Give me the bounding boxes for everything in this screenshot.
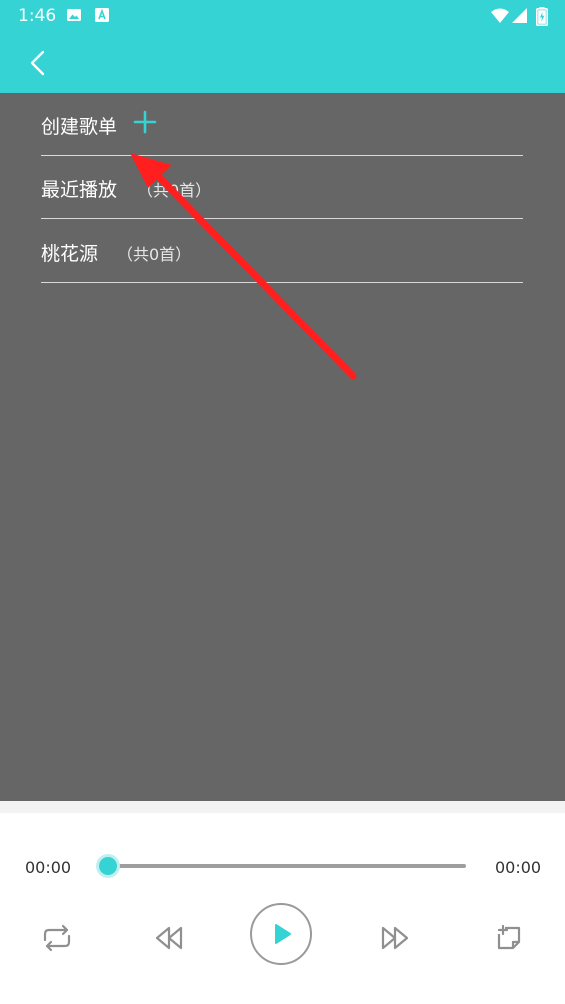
progress-track[interactable] (108, 864, 466, 868)
create-playlist-row[interactable]: 创建歌单 (41, 93, 523, 156)
current-time: 00:00 (25, 858, 72, 877)
back-arrow-icon[interactable] (22, 46, 56, 80)
app-notification-icon (95, 8, 109, 22)
total-time: 00:00 (495, 858, 542, 877)
image-notification-icon (67, 9, 81, 21)
player-bar: 00:00 00:00 (0, 813, 565, 1004)
battery-icon (536, 7, 548, 26)
play-button[interactable] (250, 903, 312, 965)
panel-divider (0, 801, 565, 813)
playlist-title: 最近播放 (41, 179, 118, 201)
add-playlist-icon[interactable] (133, 110, 157, 134)
fast-forward-icon[interactable] (375, 918, 415, 958)
playlist-item[interactable]: 桃花源 （共0首） (41, 220, 523, 283)
create-playlist-label: 创建歌单 (41, 116, 118, 138)
status-time: 1:46 (18, 6, 57, 26)
rewind-icon[interactable] (149, 918, 189, 958)
app-bar (0, 32, 565, 93)
playlist-count: （共0首） (117, 245, 192, 264)
playlist-count: （共0首） (137, 181, 212, 200)
playlist-queue-icon[interactable] (489, 918, 529, 958)
playlist-title: 桃花源 (41, 243, 99, 265)
play-icon (275, 924, 291, 944)
repeat-icon[interactable] (37, 918, 77, 958)
playlist-panel: 创建歌单 最近播放 （共0首） 桃花源 （共0首） (0, 93, 565, 801)
wifi-icon (491, 8, 509, 23)
status-bar: 1:46 (0, 0, 565, 32)
playlist-item[interactable]: 最近播放 （共0首） (41, 156, 523, 219)
progress-knob[interactable] (99, 857, 117, 875)
signal-icon (512, 8, 527, 23)
